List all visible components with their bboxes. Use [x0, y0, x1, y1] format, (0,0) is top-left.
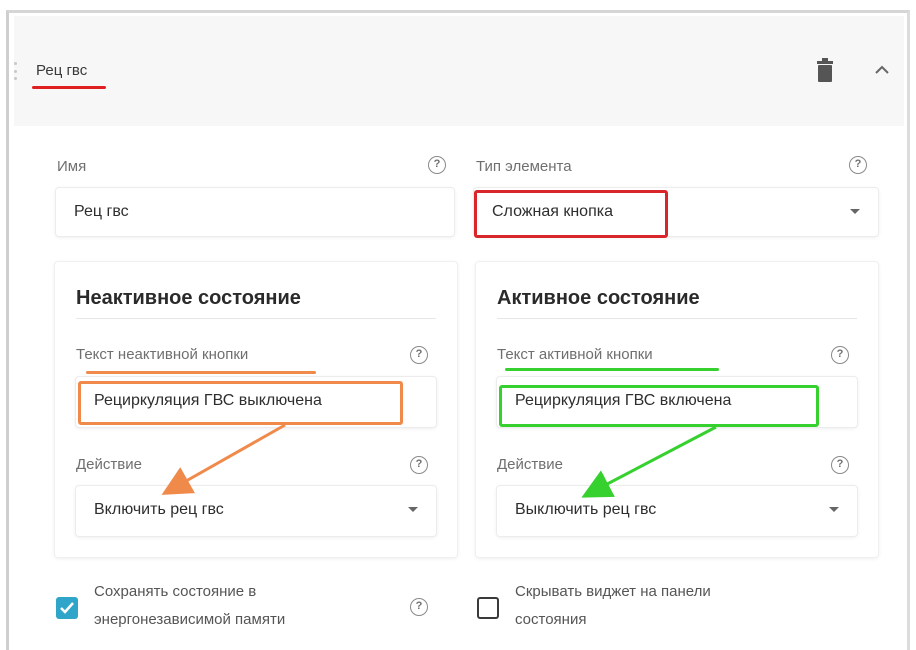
active-label-underline: [505, 368, 719, 371]
divider: [497, 318, 857, 319]
help-icon[interactable]: ?: [410, 346, 428, 364]
active-text-highlight: [499, 385, 819, 427]
hide-widget-label-line2: состояния: [515, 611, 587, 628]
dropdown-caret-icon: [408, 507, 418, 512]
hide-widget-label[interactable]: Скрывать виджет на панели состояния: [515, 578, 711, 634]
inactive-label-underline: [86, 371, 316, 374]
checkmark-icon: [60, 602, 74, 614]
active-action-value: Выключить рец гвс: [515, 501, 657, 518]
inactive-action-value: Включить рец гвс: [94, 501, 224, 518]
active-state-heading: Активное состояние: [497, 287, 700, 309]
inactive-text-highlight: [78, 381, 403, 425]
save-state-label[interactable]: Сохранять состояние в энергонезависимой …: [94, 578, 285, 634]
chevron-up-icon[interactable]: [872, 62, 892, 78]
active-action-label: Действие: [497, 456, 563, 473]
name-input[interactable]: Рец гвс: [56, 188, 454, 236]
save-state-checkbox[interactable]: [56, 597, 78, 619]
help-icon[interactable]: ?: [410, 456, 428, 474]
trash-icon[interactable]: [815, 58, 835, 82]
active-action-select[interactable]: Выключить рец гвс: [497, 486, 857, 536]
card-header[interactable]: [14, 16, 904, 126]
active-text-label: Текст активной кнопки: [497, 346, 653, 363]
divider: [76, 318, 436, 319]
name-label: Имя: [57, 158, 87, 175]
help-icon[interactable]: ?: [831, 456, 849, 474]
inactive-text-label: Текст неактивной кнопки: [76, 346, 249, 363]
type-label: Тип элемента: [476, 158, 572, 175]
help-icon[interactable]: ?: [831, 346, 849, 364]
help-icon[interactable]: ?: [410, 598, 428, 616]
save-state-label-line1: Сохранять состояние в: [94, 583, 257, 600]
help-icon[interactable]: ?: [428, 156, 446, 174]
drag-handle-icon[interactable]: [14, 62, 20, 80]
type-highlight-box: [474, 190, 668, 238]
dropdown-caret-icon: [829, 507, 839, 512]
help-icon[interactable]: ?: [849, 156, 867, 174]
title-highlight-underline: [32, 86, 106, 89]
card-title: Рец гвс: [36, 62, 88, 79]
dropdown-caret-icon: [850, 209, 860, 214]
inactive-action-label: Действие: [76, 456, 142, 473]
hide-widget-label-line1: Скрывать виджет на панели: [515, 583, 711, 600]
inactive-action-select[interactable]: Включить рец гвс: [76, 486, 436, 536]
save-state-label-line2: энергонезависимой памяти: [94, 611, 286, 628]
name-input-value: Рец гвс: [74, 203, 129, 220]
inactive-state-heading: Неактивное состояние: [76, 287, 301, 309]
hide-widget-checkbox[interactable]: [477, 597, 499, 619]
